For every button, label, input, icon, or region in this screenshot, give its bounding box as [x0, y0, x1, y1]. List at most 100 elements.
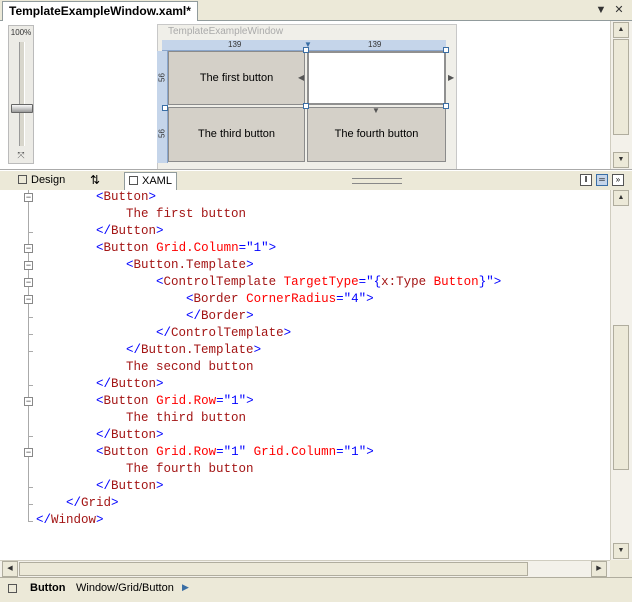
- code-token: <: [186, 292, 194, 306]
- code-line[interactable]: </Border>: [36, 308, 254, 325]
- design-surface[interactable]: 100% ⤧ TemplateExampleWindow 139 139 ▼ 5…: [0, 21, 632, 170]
- vertical-split-icon[interactable]: ‖: [580, 174, 592, 186]
- tab-dropdown-icon[interactable]: ▼: [594, 3, 608, 17]
- editor-horizontal-scrollbar[interactable]: ◀ ▶: [0, 560, 610, 578]
- code-line[interactable]: The first button: [36, 206, 246, 223]
- swap-panes-icon[interactable]: ⇅: [86, 172, 104, 189]
- collapse-icon[interactable]: −: [24, 193, 33, 202]
- code-line[interactable]: </Grid>: [36, 495, 119, 512]
- tab-xaml-label: XAML: [142, 175, 172, 187]
- code-token: </: [126, 343, 142, 357]
- code-token: </: [36, 513, 52, 527]
- scroll-down-icon[interactable]: ▼: [613, 543, 629, 559]
- document-outline-icon[interactable]: [8, 584, 17, 593]
- tab-xaml[interactable]: XAML: [124, 172, 177, 190]
- code-line[interactable]: <Button Grid.Column="1">: [36, 240, 276, 257]
- scroll-thumb[interactable]: [613, 39, 629, 135]
- code-line[interactable]: </Window>: [36, 512, 104, 529]
- selection-handle[interactable]: [303, 103, 309, 109]
- collapse-icon[interactable]: −: [24, 244, 33, 253]
- row-height-1: 56: [157, 73, 167, 82]
- code-line[interactable]: <Button.Template>: [36, 257, 254, 274]
- margin-bottom-arrow-icon[interactable]: ▼: [372, 107, 380, 115]
- view-tab-bar: Design ⇅ XAML ‖ ═ »: [0, 170, 632, 191]
- code-line[interactable]: </ControlTemplate>: [36, 325, 291, 342]
- selection-handle[interactable]: [443, 103, 449, 109]
- scroll-thumb[interactable]: [613, 325, 629, 470]
- code-line[interactable]: <Button>: [36, 190, 156, 206]
- document-tab[interactable]: TemplateExampleWindow.xaml*: [2, 1, 198, 21]
- grid-cell-first-button[interactable]: The first button: [168, 51, 305, 105]
- scroll-right-icon[interactable]: ▶: [591, 561, 607, 577]
- pane-splitter[interactable]: [352, 178, 402, 184]
- code-token: Border: [193, 292, 239, 306]
- zoom-slider-track[interactable]: [19, 42, 25, 146]
- selection-handle[interactable]: [443, 47, 449, 53]
- margin-right-arrow-icon[interactable]: ▶: [448, 74, 454, 82]
- designer-vertical-scrollbar[interactable]: ▲ ▼: [610, 21, 632, 169]
- collapse-icon[interactable]: −: [24, 261, 33, 270]
- close-icon[interactable]: ✕: [612, 3, 626, 17]
- code-token: Button: [111, 377, 157, 391]
- grid-cell-fourth-button[interactable]: The fourth button: [307, 107, 446, 162]
- fit-to-window-icon[interactable]: ⤧: [13, 150, 29, 160]
- code-line[interactable]: </Button>: [36, 478, 164, 495]
- collapse-icon[interactable]: −: [24, 278, 33, 287]
- code-line[interactable]: <ControlTemplate TargetType="{x:Type But…: [36, 274, 501, 291]
- code-line[interactable]: </Button.Template>: [36, 342, 261, 359]
- selection-handle[interactable]: [303, 47, 309, 53]
- scroll-left-icon[interactable]: ◀: [2, 561, 18, 577]
- breadcrumb-expand-icon[interactable]: ▶: [182, 582, 189, 593]
- row-divider-handle[interactable]: [162, 105, 168, 111]
- code-line[interactable]: The second button: [36, 359, 254, 376]
- code-line[interactable]: </Button>: [36, 223, 164, 240]
- horizontal-split-icon[interactable]: ═: [596, 174, 608, 186]
- zoom-slider-thumb[interactable]: [11, 104, 33, 113]
- code-token: Grid.Column: [253, 445, 337, 459]
- design-icon: [18, 175, 27, 184]
- outline-end-tick: [28, 317, 33, 318]
- code-line[interactable]: <Border CornerRadius="4">: [36, 291, 374, 308]
- code-token: Button.Template: [141, 343, 254, 357]
- breadcrumb[interactable]: Window/Grid/Button: [76, 582, 174, 594]
- code-token: =": [216, 445, 232, 459]
- scroll-up-icon[interactable]: ▲: [613, 22, 629, 38]
- outline-end-tick: [28, 334, 33, 335]
- collapse-icon[interactable]: −: [24, 448, 33, 457]
- grid-cell-second-button[interactable]: [307, 51, 446, 105]
- code-line[interactable]: The third button: [36, 410, 246, 427]
- outline-end-tick: [28, 436, 33, 437]
- collapse-icon[interactable]: −: [24, 295, 33, 304]
- code-token: <: [96, 190, 104, 204]
- selected-element[interactable]: Button: [30, 582, 65, 594]
- scroll-thumb[interactable]: [19, 562, 528, 576]
- code-token: >: [246, 309, 254, 323]
- tab-design[interactable]: Design: [14, 172, 69, 189]
- code-token: The third button: [126, 411, 247, 425]
- editor-vertical-scrollbar[interactable]: ▲ ▼: [610, 190, 632, 560]
- code-token: </: [156, 326, 172, 340]
- scroll-down-icon[interactable]: ▼: [613, 152, 629, 168]
- code-line[interactable]: </Button>: [36, 427, 164, 444]
- row-height-2: 56: [157, 129, 167, 138]
- collapse-pane-icon[interactable]: »: [612, 174, 624, 186]
- code-token: Button: [103, 241, 149, 255]
- outline-end-tick: [28, 487, 33, 488]
- code-line[interactable]: <Button Grid.Row="1" Grid.Column="1">: [36, 444, 374, 461]
- code-line[interactable]: <Button Grid.Row="1">: [36, 393, 254, 410]
- grid-cell-third-button[interactable]: The third button: [168, 107, 305, 162]
- xaml-editor[interactable]: − − − − − − − <Button> The first button </Butt…: [0, 190, 610, 560]
- code-token: 1: [253, 241, 262, 255]
- margin-left-arrow-icon[interactable]: ◀: [298, 74, 304, 82]
- collapse-icon[interactable]: −: [24, 397, 33, 406]
- scroll-up-icon[interactable]: ▲: [613, 190, 629, 206]
- code-line[interactable]: </Button>: [36, 376, 164, 393]
- code-line[interactable]: The fourth button: [36, 461, 254, 478]
- code-token: CornerRadius: [246, 292, 337, 306]
- code-token: Border: [201, 309, 247, 323]
